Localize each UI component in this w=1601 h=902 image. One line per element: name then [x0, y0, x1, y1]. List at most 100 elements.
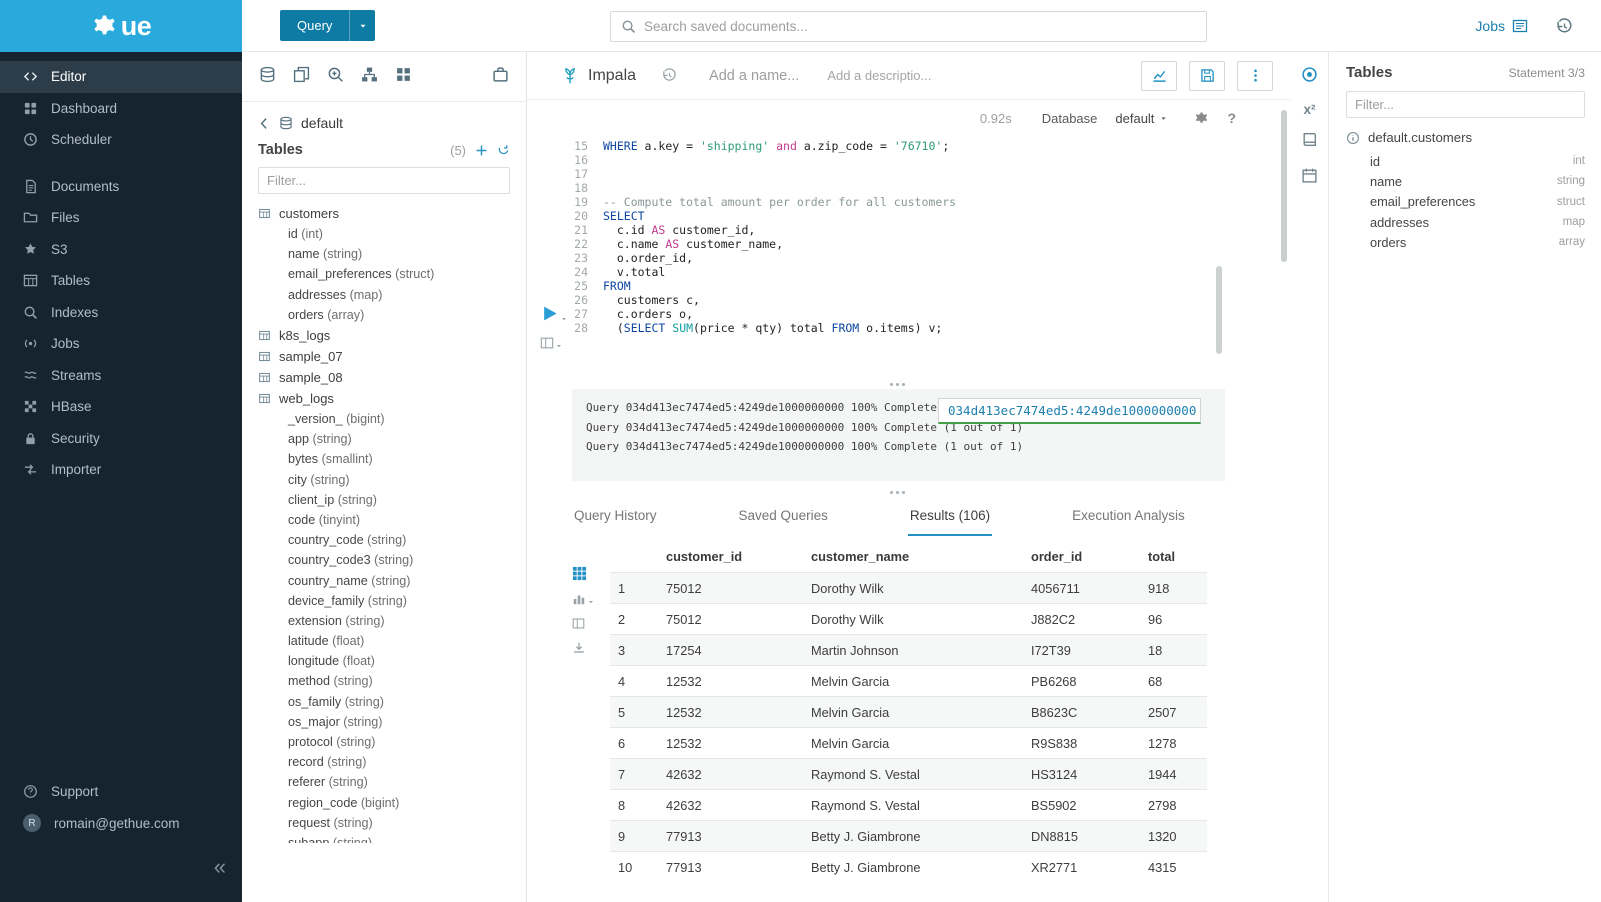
table-column-item[interactable]: latitude (float)	[258, 631, 526, 651]
column-header[interactable]: total	[1140, 544, 1207, 573]
copy-icon[interactable]	[293, 66, 310, 88]
table-tree-item[interactable]: sample_07	[258, 346, 526, 367]
table-tree-item[interactable]: customers	[258, 203, 526, 224]
column-header[interactable]: customer_id	[658, 544, 803, 573]
editor-scrollbar[interactable]	[1216, 266, 1222, 354]
language-reference-icon[interactable]	[1301, 131, 1318, 153]
columns-view-button[interactable]	[572, 617, 585, 630]
snippet-settings-button[interactable]	[540, 336, 563, 350]
table-column-item[interactable]: orders (array)	[258, 305, 526, 325]
jobs-link[interactable]: Jobs	[1475, 18, 1528, 34]
sidebar-item-files[interactable]: Files	[0, 202, 242, 234]
table-column-item[interactable]: bytes (smallint)	[258, 449, 526, 469]
result-row[interactable]: 1077913Betty J. GiambroneXR27714315	[610, 852, 1207, 883]
sql-editor[interactable]: 1516171819202122232425262728 WHERE a.key…	[570, 139, 1220, 365]
back-chevron-icon[interactable]	[258, 117, 271, 130]
table-column-item[interactable]: subapp (string)	[258, 833, 526, 843]
table-column-item[interactable]: id (int)	[258, 224, 526, 244]
table-column-item[interactable]: referer (string)	[258, 772, 526, 792]
table-column-item[interactable]: request (string)	[258, 813, 526, 833]
table-column-item[interactable]: extension (string)	[258, 611, 526, 631]
chart-view-button[interactable]	[572, 592, 595, 606]
result-row[interactable]: 977913Betty J. GiambroneDN88151320	[610, 821, 1207, 852]
result-row[interactable]: 175012Dorothy Wilk4056711918	[610, 573, 1207, 604]
engine-selector[interactable]: Impala	[561, 67, 636, 85]
assistant-icon[interactable]	[1301, 66, 1318, 88]
bag-icon[interactable]	[492, 66, 509, 88]
table-column-item[interactable]: code (tinyint)	[258, 510, 526, 530]
query-button-caret[interactable]	[349, 10, 375, 41]
sidebar-item-security[interactable]: Security	[0, 423, 242, 455]
assist-column-item[interactable]: email_preferencesstruct	[1346, 192, 1585, 212]
pane-resize-handle[interactable]	[867, 484, 927, 502]
result-row[interactable]: 412532Melvin GarciaPB626868	[610, 666, 1207, 697]
sidebar-item-support[interactable]: Support	[0, 776, 242, 808]
result-row[interactable]: 512532Melvin GarciaB8623C2507	[610, 697, 1207, 728]
assist-column-item[interactable]: namestring	[1346, 171, 1585, 191]
sql-code[interactable]: WHERE a.key = 'shipping' and a.zip_code …	[594, 139, 1220, 365]
table-column-item[interactable]: city (string)	[258, 470, 526, 490]
table-column-item[interactable]: method (string)	[258, 671, 526, 691]
tab-results-106[interactable]: Results (106)	[908, 504, 992, 536]
table-column-item[interactable]: os_family (string)	[258, 692, 526, 712]
sidebar-user[interactable]: R romain@gethue.com	[0, 808, 242, 840]
info-icon[interactable]	[1346, 131, 1360, 145]
sidebar-collapse-button[interactable]: «	[214, 856, 226, 878]
right-assist-filter-input[interactable]	[1346, 91, 1585, 118]
table-tree-item[interactable]: web_logs	[258, 388, 526, 409]
table-column-item[interactable]: country_code (string)	[258, 530, 526, 550]
grid-icon[interactable]	[395, 66, 412, 88]
add-table-icon[interactable]	[475, 144, 488, 157]
grid-view-button[interactable]	[572, 566, 587, 581]
refresh-tables-icon[interactable]	[497, 144, 510, 157]
table-tree-item[interactable]: sample_08	[258, 367, 526, 388]
search-input[interactable]	[644, 19, 1206, 34]
save-button[interactable]	[1189, 61, 1225, 91]
sidebar-item-scheduler[interactable]: Scheduler	[0, 124, 242, 156]
tables-filter-input[interactable]	[258, 167, 510, 194]
assist-column-item[interactable]: ordersarray	[1346, 232, 1585, 252]
table-column-item[interactable]: country_name (string)	[258, 570, 526, 590]
sidebar-item-editor[interactable]: Editor	[0, 61, 242, 93]
table-column-item[interactable]: name (string)	[258, 244, 526, 264]
result-row[interactable]: 742632Raymond S. VestalHS31241944	[610, 759, 1207, 790]
main-scrollbar[interactable]	[1281, 110, 1287, 262]
table-column-item[interactable]: device_family (string)	[258, 591, 526, 611]
active-table-item[interactable]: default.customers	[1346, 130, 1585, 145]
column-header[interactable]: customer_name	[803, 544, 1023, 573]
query-description-field[interactable]: Add a descriptio...	[827, 68, 931, 83]
hue-logo[interactable]: ue	[0, 0, 242, 52]
download-results-button[interactable]	[572, 641, 586, 655]
table-column-item[interactable]: _version_ (bigint)	[258, 409, 526, 429]
assist-column-item[interactable]: idint	[1346, 151, 1585, 171]
table-column-item[interactable]: addresses (map)	[258, 285, 526, 305]
sidebar-item-dashboard[interactable]: Dashboard	[0, 93, 242, 125]
sitemap-icon[interactable]	[361, 66, 378, 88]
query-history-icon[interactable]	[662, 68, 677, 83]
sidebar-item-documents[interactable]: Documents	[0, 171, 242, 203]
result-row[interactable]: 612532Melvin GarciaR9S8381278	[610, 728, 1207, 759]
tab-execution-analysis[interactable]: Execution Analysis	[1070, 504, 1187, 536]
result-row[interactable]: 317254Martin JohnsonI72T3918	[610, 635, 1207, 666]
functions-icon[interactable]: x²	[1303, 102, 1315, 117]
table-column-item[interactable]: app (string)	[258, 429, 526, 449]
database-name[interactable]: default	[301, 115, 343, 131]
sidebar-item-tables[interactable]: Tables	[0, 265, 242, 297]
help-button[interactable]: ?	[1227, 110, 1236, 126]
query-name-field[interactable]: Add a name...	[709, 68, 799, 84]
result-row[interactable]: 275012Dorothy WilkJ882C296	[610, 604, 1207, 635]
result-row[interactable]: 842632Raymond S. VestalBS59022798	[610, 790, 1207, 821]
table-column-item[interactable]: email_preferences (struct)	[258, 264, 526, 284]
database-select[interactable]: default	[1115, 111, 1168, 126]
schedule-icon[interactable]	[1301, 167, 1318, 189]
chart-button[interactable]	[1141, 61, 1177, 91]
sidebar-item-streams[interactable]: Streams	[0, 360, 242, 392]
table-column-item[interactable]: region_code (bigint)	[258, 793, 526, 813]
table-column-item[interactable]: record (string)	[258, 752, 526, 772]
sidebar-item-importer[interactable]: Importer	[0, 454, 242, 486]
execute-button[interactable]	[540, 304, 568, 323]
search-plus-icon[interactable]	[327, 66, 344, 88]
table-column-item[interactable]: country_code3 (string)	[258, 550, 526, 570]
table-column-item[interactable]: protocol (string)	[258, 732, 526, 752]
column-header[interactable]: order_id	[1023, 544, 1140, 573]
